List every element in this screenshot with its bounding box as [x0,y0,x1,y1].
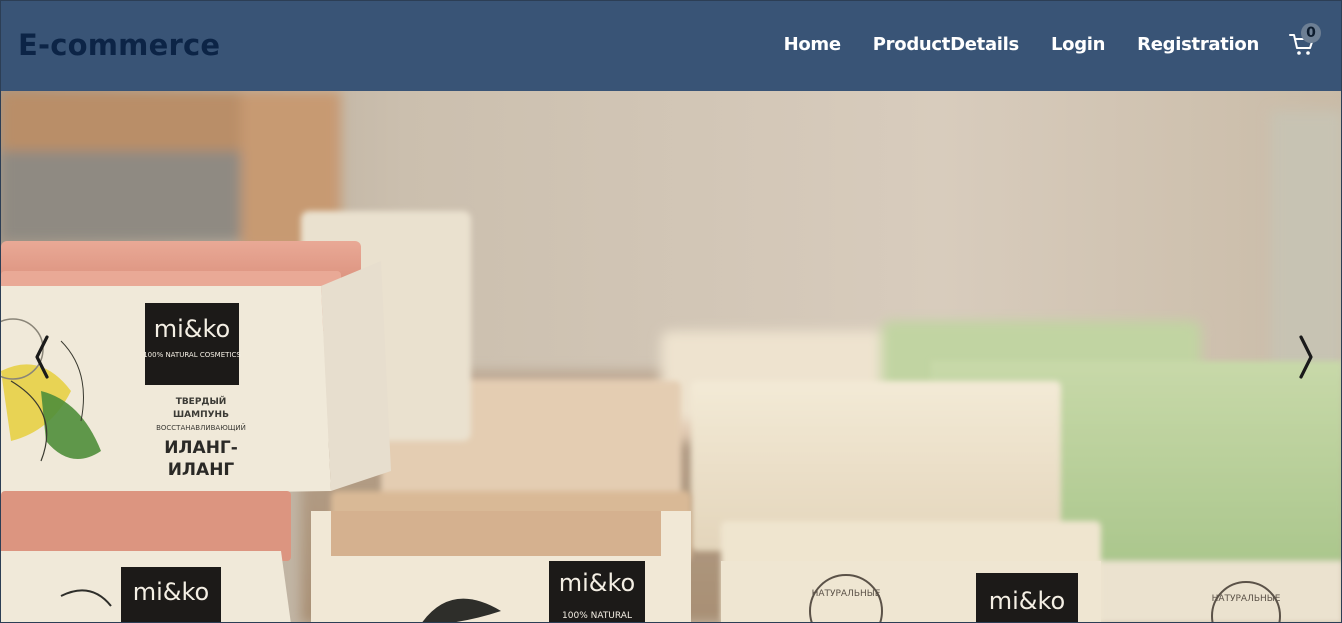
navbar: E-commerce Home ProductDetails Login Reg… [1,1,1341,91]
label-brand-mark-3: mi&ko [559,569,636,597]
label-brand-mark-1: mi&ko [154,315,231,343]
label-product-line-2: ШАМПУНЬ [173,410,229,420]
nav-links: Home ProductDetails Login Registration [784,33,1260,57]
label-brand-mark-2: mi&ko [133,578,210,606]
stamp-text-1: НАТУРАЛЬНЫЕ [812,589,881,599]
carousel-prev-button[interactable] [27,329,57,385]
nav-link-login[interactable]: Login [1051,33,1106,57]
hero-carousel: mi&ko 100% NATURAL mi&ko НАТУРАЛЬНЫЕ НАТ… [1,91,1341,622]
label-product-name-1: ИЛАНГ- [164,438,238,458]
chevron-right-icon [1299,335,1313,379]
cart-count-badge: 0 [1301,23,1321,43]
page-frame: E-commerce Home ProductDetails Login Reg… [0,0,1342,623]
brand-logo[interactable]: E-commerce [18,28,220,62]
chevron-left-icon [35,335,49,379]
nav-link-home[interactable]: Home [784,33,842,57]
label-tagline-1: 100% NATURAL COSMETICS [143,351,241,359]
label-tagline-3: 100% NATURAL [562,611,632,621]
carousel-slide-image: mi&ko 100% NATURAL mi&ko НАТУРАЛЬНЫЕ НАТ… [1,91,1341,622]
label-brand-mark-4: mi&ko [989,587,1066,615]
stamp-text-2: НАТУРАЛЬНЫЕ [1212,594,1281,604]
cart-button[interactable]: 0 [1289,23,1321,61]
label-product-line-3: ВОССТАНАВЛИВАЮЩИЙ [156,423,246,432]
label-product-line-1: ТВЕРДЫЙ [176,395,227,407]
label-product-name-2: ИЛАНГ [168,460,235,480]
carousel-next-button[interactable] [1291,329,1321,385]
nav-link-registration[interactable]: Registration [1137,33,1259,57]
nav-link-product-details[interactable]: ProductDetails [873,33,1019,57]
